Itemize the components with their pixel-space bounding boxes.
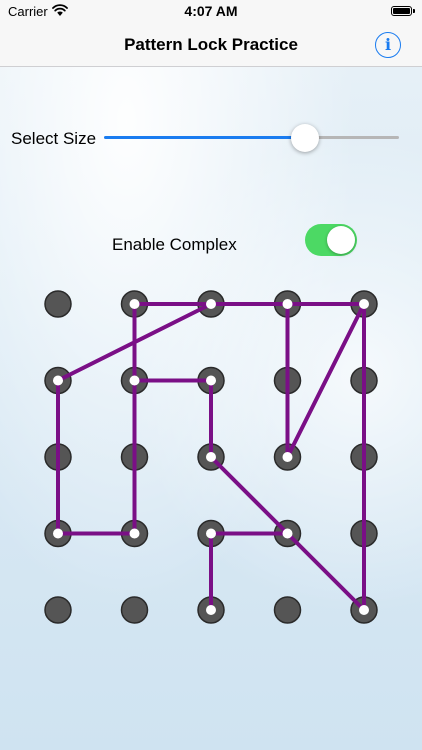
pattern-dot-selected-4-2 [206, 605, 216, 615]
pattern-dot-selected-3-0 [53, 528, 63, 539]
pattern-dot-0-0[interactable] [44, 290, 72, 318]
pattern-dot-selected-0-2 [206, 299, 216, 309]
pattern-dot-selected-3-3 [282, 528, 293, 539]
pattern-dot-4-1[interactable] [120, 596, 149, 624]
pattern-dot-selected-1-0 [53, 375, 63, 386]
pattern-dot-selected-0-1 [129, 299, 140, 309]
pattern-dot-selected-0-4 [359, 299, 369, 309]
pattern-dot-selected-2-3 [282, 452, 293, 462]
page-title: Pattern Lock Practice [124, 35, 298, 54]
pattern-dot-4-0[interactable] [44, 596, 72, 624]
pattern-line-branch [209, 531, 290, 612]
info-icon[interactable]: i [375, 32, 401, 58]
status-time: 4:07 AM [184, 3, 238, 19]
navigation-bar: Pattern Lock Practice i [0, 24, 422, 67]
status-bar: Carrier 4:07 AM [0, 0, 422, 24]
pattern-dot-selected-2-2 [206, 452, 216, 462]
pattern-dot-selected-3-1 [129, 528, 140, 539]
pattern-dot-selected-1-2 [206, 375, 216, 386]
pattern-dot-selected-1-1 [129, 375, 140, 386]
pattern-dot-selected-4-4 [359, 605, 369, 615]
pattern-dot-selected-0-3 [282, 299, 293, 309]
pattern-dot-4-3[interactable] [273, 596, 302, 624]
pattern-dot-selected-3-2 [206, 528, 216, 539]
battery-icon [391, 6, 415, 16]
pattern-grid[interactable] [0, 67, 422, 750]
